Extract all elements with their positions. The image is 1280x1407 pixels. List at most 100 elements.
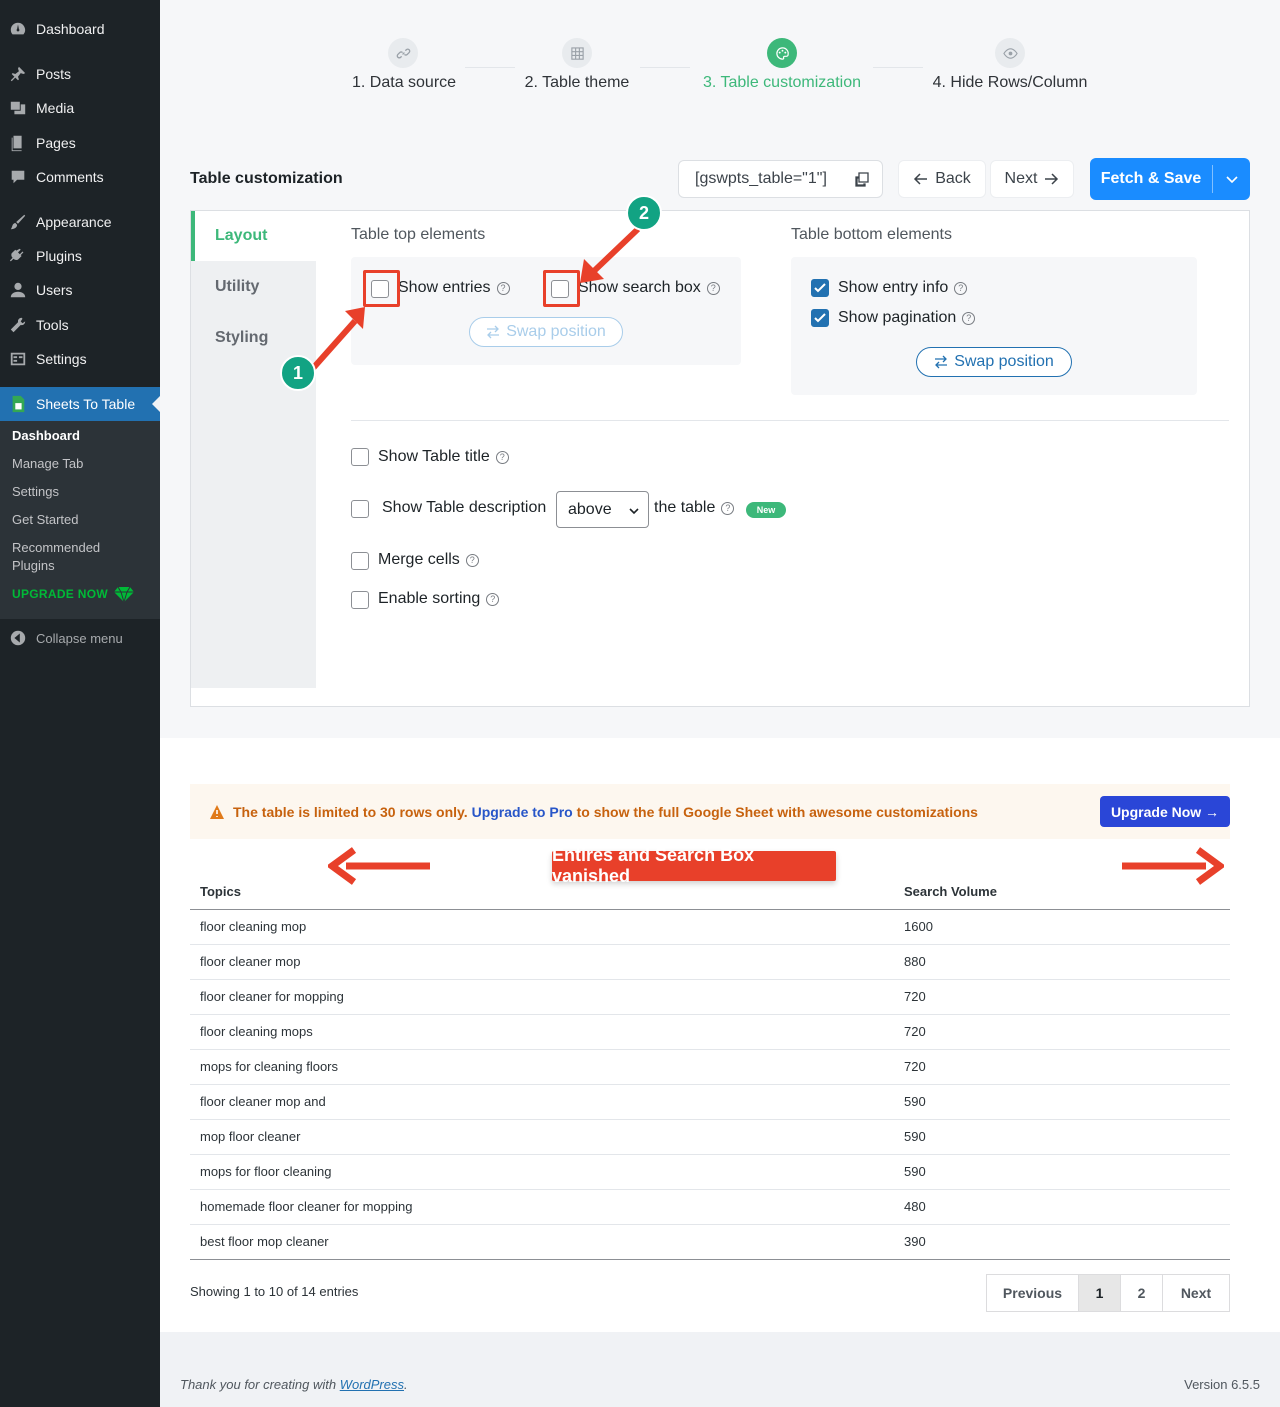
pagination-page-2[interactable]: 2	[1121, 1275, 1163, 1311]
copy-icon[interactable]	[854, 172, 870, 188]
help-icon[interactable]: ?	[962, 311, 976, 325]
menu-media[interactable]: Media	[0, 91, 160, 125]
user-icon	[8, 280, 28, 300]
table-row: mop floor cleaner 590	[190, 1119, 1230, 1155]
check-icon	[814, 283, 826, 293]
pagination-page-1[interactable]: 1	[1079, 1275, 1121, 1311]
arrow-left-icon	[914, 173, 928, 185]
help-icon[interactable]: ?	[954, 281, 968, 295]
menu-pages[interactable]: Pages	[0, 126, 160, 160]
new-badge: New	[746, 502, 786, 518]
arrow-right-icon	[1045, 173, 1059, 185]
show-title-checkbox[interactable]	[351, 448, 369, 466]
submenu-manage-tab[interactable]: Manage Tab	[0, 455, 160, 473]
select-value: above	[568, 500, 612, 518]
step-connector	[465, 67, 515, 68]
menu-label: Posts	[36, 66, 72, 82]
shortcode-field[interactable]: [gswpts_table="1"]	[678, 160, 883, 198]
step-table-theme[interactable]: 2. Table theme	[523, 38, 631, 92]
comment-icon	[8, 167, 28, 187]
step-hide-rows-columns[interactable]: 4. Hide Rows/Column	[932, 38, 1088, 92]
next-button[interactable]: Next	[990, 160, 1074, 198]
collapse-menu[interactable]: Collapse menu	[0, 621, 160, 655]
menu-tools[interactable]: Tools	[0, 308, 160, 342]
highlight-show-search	[543, 270, 580, 307]
cell-search-volume: 880	[894, 944, 1230, 980]
option-text: Show entry info	[838, 279, 949, 296]
upgrade-notice: The table is limited to 30 rows only. Up…	[190, 784, 1230, 839]
help-icon[interactable]: ?	[496, 281, 510, 295]
merge-cells-checkbox[interactable]	[351, 552, 369, 570]
menu-sheets-to-table[interactable]: Sheets To Table	[0, 387, 160, 421]
table-row: homemade floor cleaner for mopping 480	[190, 1189, 1230, 1225]
cell-topic: floor cleaning mops	[190, 1014, 894, 1050]
menu-settings[interactable]: Settings	[0, 342, 160, 376]
cell-topic: mops for floor cleaning	[190, 1154, 894, 1190]
menu-plugins[interactable]: Plugins	[0, 239, 160, 273]
option-text: Show entries	[398, 279, 491, 296]
back-label: Back	[935, 170, 971, 187]
table-row: best floor mop cleaner 390	[190, 1224, 1230, 1260]
table-header-row: Topics Search Volume	[190, 876, 1230, 910]
show-description-checkbox[interactable]	[351, 500, 369, 518]
column-header-topics: Topics	[190, 876, 894, 910]
submenu-dashboard[interactable]: Dashboard	[0, 427, 160, 445]
swap-icon	[487, 325, 500, 339]
back-button[interactable]: Back	[898, 160, 986, 198]
collapse-label: Collapse menu	[36, 630, 123, 646]
wordpress-link[interactable]: WordPress	[340, 1377, 404, 1392]
tab-utility[interactable]: Utility	[191, 262, 316, 312]
upgrade-now-button[interactable]: Upgrade Now →	[1100, 796, 1230, 827]
menu-users[interactable]: Users	[0, 273, 160, 307]
diamond-icon	[113, 586, 134, 602]
description-position-select[interactable]: above	[556, 491, 649, 528]
step-data-source[interactable]: 1. Data source	[352, 38, 456, 92]
menu-posts[interactable]: Posts	[0, 57, 160, 91]
table-row: floor cleaner mop 880	[190, 944, 1230, 980]
upgrade-pro-link[interactable]: Upgrade to Pro	[472, 804, 573, 820]
help-icon[interactable]: ?	[706, 281, 720, 295]
pagination-next[interactable]: Next	[1163, 1275, 1229, 1311]
show-entry-info-checkbox[interactable]	[811, 279, 829, 297]
warning-icon	[210, 805, 224, 819]
cell-search-volume: 1600	[894, 909, 1230, 945]
submenu-settings[interactable]: Settings	[0, 483, 160, 501]
merge-cells-label: Merge cells?	[378, 551, 479, 569]
cell-topic: floor cleaning mop	[190, 909, 894, 945]
data-table: Topics Search Volume floor cleaning mop 1…	[190, 876, 1230, 1260]
palette-icon	[767, 38, 797, 68]
submenu-get-started[interactable]: Get Started	[0, 511, 160, 529]
submenu-recommended-plugins[interactable]: Recommended Plugins	[0, 539, 120, 575]
cell-topic: mop floor cleaner	[190, 1119, 894, 1155]
cell-search-volume: 720	[894, 979, 1230, 1015]
grid-icon	[562, 38, 592, 68]
fetch-save-button[interactable]: Fetch & Save	[1090, 158, 1250, 200]
menu-dashboard[interactable]: Dashboard	[0, 12, 160, 46]
swap-position-bottom-button[interactable]: Swap position	[916, 347, 1072, 377]
plug-icon	[8, 246, 28, 266]
pagination-previous[interactable]: Previous	[987, 1275, 1079, 1311]
tab-layout[interactable]: Layout	[191, 211, 316, 261]
help-icon[interactable]: ?	[721, 501, 735, 515]
menu-appearance[interactable]: Appearance	[0, 205, 160, 239]
media-icon	[8, 98, 28, 118]
notice-text-after: to show the full Google Sheet with aweso…	[576, 804, 978, 820]
menu-comments[interactable]: Comments	[0, 160, 160, 194]
swap-icon	[935, 355, 948, 369]
help-icon[interactable]: ?	[495, 450, 509, 464]
enable-sorting-checkbox[interactable]	[351, 591, 369, 609]
chevron-down-icon	[1225, 176, 1238, 184]
help-icon[interactable]: ?	[486, 592, 500, 606]
swap-position-top-button[interactable]: Swap position	[469, 317, 623, 347]
help-icon[interactable]: ?	[465, 553, 479, 567]
step-table-customization[interactable]: 3. Table customization	[700, 38, 864, 92]
submenu-upgrade-now[interactable]: UPGRADE NOW	[0, 585, 160, 603]
main-content: 1. Data source 2. Table theme 3. Table c…	[160, 0, 1280, 1407]
show-title-label: Show Table title?	[378, 448, 509, 466]
cell-search-volume: 590	[894, 1119, 1230, 1155]
show-pagination-checkbox[interactable]	[811, 309, 829, 327]
annotation-marker-2: 2	[626, 195, 662, 231]
menu-label: Comments	[36, 169, 104, 185]
pages-icon	[8, 133, 28, 153]
fetch-save-dropdown[interactable]	[1213, 172, 1250, 186]
